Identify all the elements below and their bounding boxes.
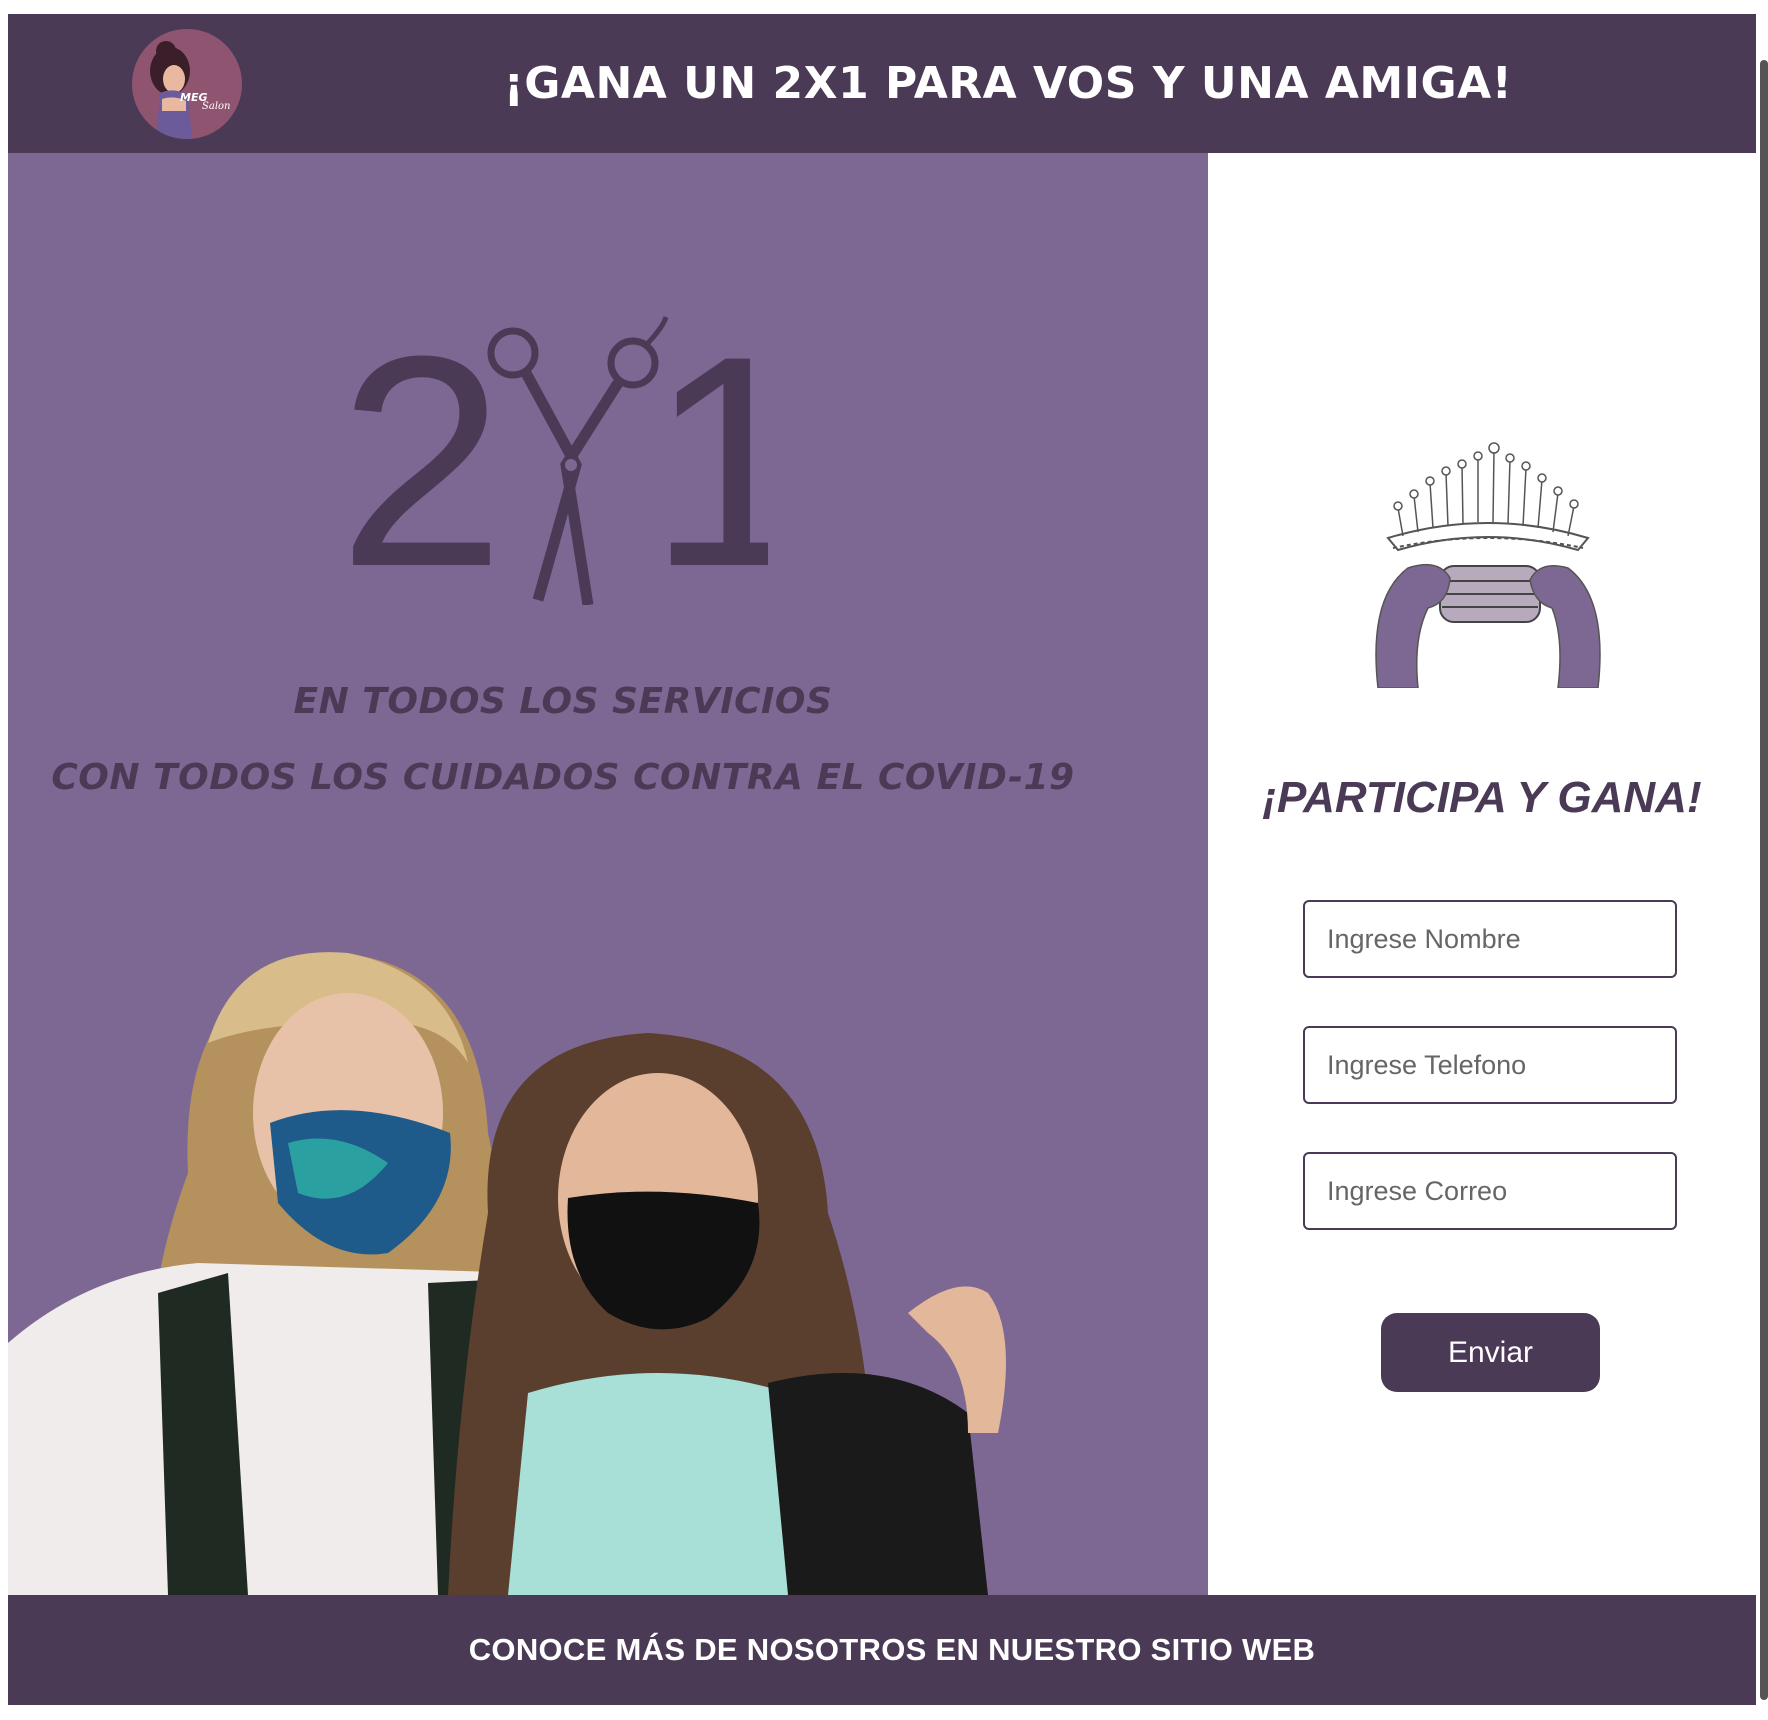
submit-button[interactable]: Enviar (1381, 1313, 1600, 1392)
email-field[interactable] (1303, 1152, 1677, 1230)
big-2x1-graphic: 2 1 (348, 315, 768, 605)
scrollbar[interactable] (1760, 60, 1768, 1700)
form-panel: ¡PARTICIPA Y GANA! Enviar (1208, 153, 1756, 1595)
covid-text: CON TODOS LOS CUIDADOS CONTRA EL COVID-1… (51, 757, 1075, 798)
form-title: ¡PARTICIPA Y GANA! (1262, 773, 1702, 822)
offer-digit-left: 2 (348, 315, 505, 605)
crown-mask-illustration (1375, 442, 1601, 688)
models-photo (8, 952, 1006, 1595)
svg-text:Salon: Salon (202, 101, 230, 112)
promo-panel: 2 1 EN TODOS LOS SERVICIOS CON TODOS LOS… (8, 153, 1208, 1595)
offer-digit-right: 1 (648, 315, 768, 605)
page-frame: MEG Salon ¡GANA UN 2X1 PARA VOS Y UNA AM… (8, 14, 1756, 1705)
website-link[interactable]: CONOCE MÁS DE NOSOTROS EN NUESTRO SITIO … (8, 1595, 1756, 1705)
logo: MEG Salon (132, 29, 242, 139)
services-text: EN TODOS LOS SERVICIOS (293, 681, 833, 722)
footer-bar: CONOCE MÁS DE NOSOTROS EN NUESTRO SITIO … (8, 1595, 1756, 1705)
name-field[interactable] (1303, 900, 1677, 978)
scissors-icon (487, 316, 669, 605)
phone-field[interactable] (1303, 1026, 1677, 1104)
header-title: ¡GANA UN 2X1 PARA VOS Y UNA AMIGA! (503, 58, 1513, 109)
header-bar: MEG Salon ¡GANA UN 2X1 PARA VOS Y UNA AM… (8, 14, 1756, 153)
